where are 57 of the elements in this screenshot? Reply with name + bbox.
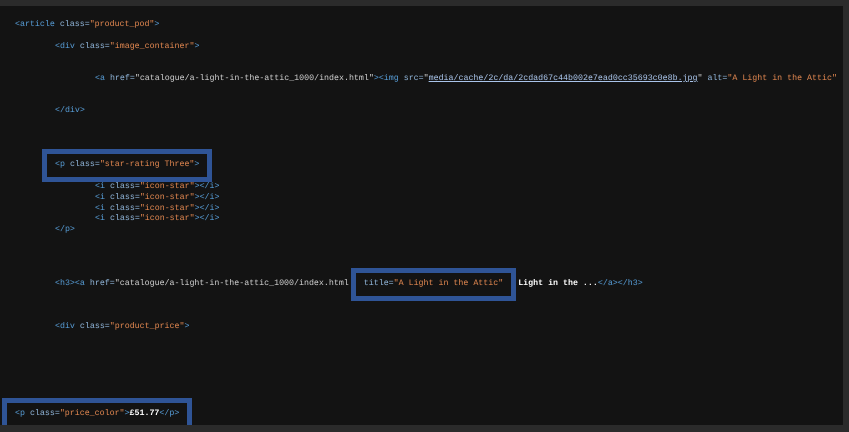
tag-text: <i bbox=[95, 192, 106, 202]
attribute-value: " bbox=[424, 74, 429, 83]
tag-text: <p bbox=[15, 408, 26, 418]
attribute-value: "icon-star" bbox=[140, 214, 195, 224]
tag-text: ></i> bbox=[194, 204, 220, 213]
attribute-name: class= bbox=[110, 204, 140, 213]
tag-text: ></i> bbox=[194, 182, 220, 191]
attribute-name: title= bbox=[364, 279, 394, 288]
tag-text: > bbox=[194, 42, 200, 51]
attribute-name: src= bbox=[404, 74, 424, 83]
tag-text: ></i> bbox=[194, 192, 220, 202]
tag-text: </p> bbox=[159, 408, 180, 418]
text-content: Light in the ... bbox=[518, 279, 598, 288]
attribute-value: "product_pod" bbox=[90, 20, 154, 29]
attribute-name: href= bbox=[110, 74, 135, 83]
attribute-name: class= bbox=[70, 160, 100, 170]
link[interactable]: media/cache/2c/da/2cdad67c44b002e7ead0cc35693c0e8b.jpg bbox=[428, 74, 698, 83]
attribute-name: class= bbox=[110, 192, 140, 202]
attribute-value: "catalogue/a-light-in-the-attic_1000/index.html" bbox=[134, 74, 374, 83]
attribute-name: class= bbox=[110, 182, 140, 191]
tag-text: </p> bbox=[55, 225, 75, 234]
attribute-value: "icon-star" bbox=[140, 182, 195, 191]
tag-text: <h3><a bbox=[55, 279, 86, 288]
tag-text: <div bbox=[55, 42, 76, 51]
text-content: £51.77 bbox=[130, 408, 160, 418]
attribute-value: " bbox=[698, 74, 704, 83]
tag-text: </div> bbox=[55, 106, 85, 116]
tag-text: <a bbox=[95, 74, 106, 83]
attribute-name: alt= bbox=[707, 74, 728, 83]
attribute-value: "star-rating Three" bbox=[100, 160, 194, 170]
attribute-name: class= bbox=[80, 42, 110, 51]
attribute-name: class= bbox=[60, 20, 90, 29]
tag-text: </a></h3> bbox=[598, 279, 643, 288]
attribute-value: "icon-star" bbox=[140, 192, 195, 202]
tag-text: > bbox=[194, 160, 200, 170]
attribute-value: "A Light in the Attic" bbox=[727, 74, 837, 83]
tag-text: <i bbox=[95, 214, 106, 224]
attribute-name: href= bbox=[90, 279, 115, 288]
attribute-value: "image_container" bbox=[110, 42, 194, 51]
attribute-name: class= bbox=[110, 214, 140, 224]
attribute-name: class= bbox=[30, 408, 60, 418]
tag-text: <article bbox=[15, 20, 56, 29]
tag-text: <div bbox=[55, 322, 76, 332]
tag-text: ><img bbox=[374, 74, 400, 83]
tag-text: <i bbox=[95, 204, 106, 213]
attribute-value: "product_price" bbox=[110, 322, 184, 332]
attribute-value: "price_color" bbox=[60, 408, 125, 418]
tag-text: <i bbox=[95, 182, 106, 191]
attribute-value: "catalogue/a-light-in-the-attic_1000/index.html bbox=[114, 279, 349, 288]
tag-text: > bbox=[124, 408, 130, 418]
attribute-name: class= bbox=[80, 322, 110, 332]
tag-text: > bbox=[154, 20, 160, 29]
attribute-value: "A Light in the Attic" bbox=[394, 279, 504, 288]
tag-text: ></i> bbox=[194, 214, 220, 224]
tag-text: > bbox=[184, 322, 190, 332]
tag-text: <p bbox=[55, 160, 66, 170]
attribute-value: "icon-star" bbox=[140, 204, 195, 213]
